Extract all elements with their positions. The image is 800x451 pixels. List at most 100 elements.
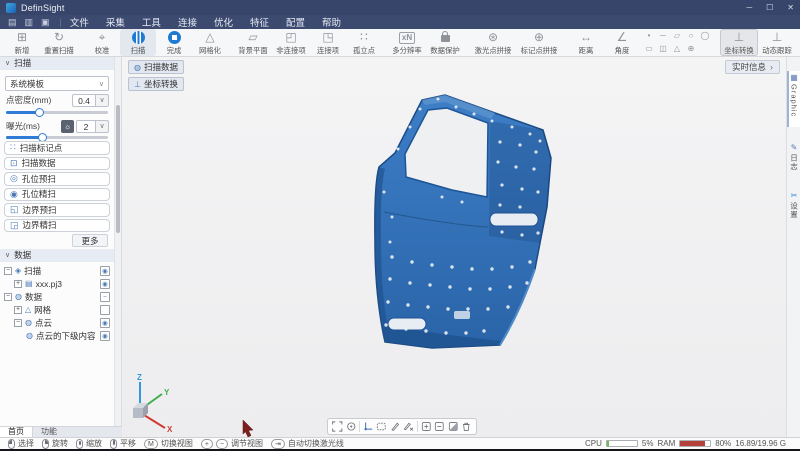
scan-section-header[interactable]: ∨ 扫描 <box>0 57 114 70</box>
toolbar-button-distance[interactable]: ↔ 距离 <box>568 29 604 56</box>
close-button[interactable]: ✕ <box>787 3 794 12</box>
toolbar-button-marker-point-align[interactable]: ⊕ 标记点拼接 <box>516 29 562 56</box>
brush-select-icon[interactable] <box>390 420 401 433</box>
boundary-finescan-button[interactable]: ◲ 边界精扫 <box>4 219 110 233</box>
tab-functions[interactable]: 功能 <box>33 427 65 437</box>
toolbar-button-coord-transform[interactable]: ⊥ 坐标转换 <box>720 29 758 56</box>
more-button[interactable]: 更多 <box>72 234 108 247</box>
auto-exposure-icon[interactable]: ☼ <box>61 120 74 133</box>
shape-plane-icon[interactable]: ▱ <box>671 30 683 42</box>
exposure-value[interactable]: 2 <box>76 120 96 133</box>
visibility-toggle[interactable]: ◉ <box>100 331 110 341</box>
toolbar-button-mesh[interactable]: △ 网格化 <box>192 29 228 56</box>
unconnected-items-icon: ◰ <box>285 30 296 44</box>
menu-config[interactable]: 配置 <box>286 15 305 29</box>
shape-ellipse-icon[interactable]: ◯ <box>699 30 711 42</box>
save-file-icon[interactable]: ▣ <box>41 17 50 28</box>
right-tab-graphic[interactable]: ▦ Graphic <box>787 71 800 127</box>
menu-optimize[interactable]: 优化 <box>214 15 233 29</box>
tree-item-pointcloud-child[interactable]: ◍ 点云的下级内容 ◉ <box>0 329 114 342</box>
toolbar-button-reset-scan[interactable]: ↻ 重置扫描 <box>40 29 78 56</box>
toolbar-button-background-plane[interactable]: ▱ 背景平面 <box>234 29 272 56</box>
realtime-info-button[interactable]: 实时信息 › <box>725 60 780 74</box>
toolbar-separator <box>417 421 418 432</box>
toolbar-button-angle[interactable]: ∠ 角度 <box>604 29 640 56</box>
hole-finescan-button[interactable]: ◉ 孔位精扫 <box>4 188 110 202</box>
menu-help[interactable]: 帮助 <box>322 15 341 29</box>
scan-data-button[interactable]: ⊡ 扫描数据 <box>4 157 110 171</box>
shape-rectangle-icon[interactable]: ▭ <box>643 43 655 55</box>
toolbar-button-data-protect[interactable]: 数据保护 <box>426 29 464 56</box>
right-tab-log[interactable]: ✎ 日志 <box>787 141 800 177</box>
tree-item-scan[interactable]: − ◈ 扫描 ◉ <box>0 264 114 277</box>
expander-icon[interactable]: − <box>14 319 22 327</box>
tree-item-mesh[interactable]: + △ 网格 <box>0 303 114 316</box>
scrollbar-thumb[interactable] <box>116 105 120 233</box>
menu-capture[interactable]: 采集 <box>106 15 125 29</box>
toolbar-button-laser-point-align[interactable]: ⊛ 激光点拼接 <box>470 29 516 56</box>
expander-icon[interactable]: − <box>4 267 12 275</box>
shape-circle-icon[interactable]: ○ <box>685 30 697 42</box>
menu-feature[interactable]: 特征 <box>250 15 269 29</box>
pick-coordinate-icon[interactable] <box>363 420 374 433</box>
keep-selected-icon[interactable] <box>421 420 432 433</box>
menu-connect[interactable]: 连接 <box>178 15 197 29</box>
data-section-header[interactable]: ∨ 数据 <box>0 249 114 262</box>
tree-item-data[interactable]: − ◍ 数据 − <box>0 290 114 303</box>
right-tab-settings[interactable]: ✂ 设置 <box>787 189 800 225</box>
expander-icon[interactable]: + <box>14 306 22 314</box>
shape-point-icon[interactable]: • <box>643 30 655 42</box>
expander-icon[interactable]: − <box>4 293 12 301</box>
toolbar-button-multi-resolution[interactable]: xN 多分辨率 <box>388 29 426 56</box>
tab-home[interactable]: 首页 <box>0 427 33 437</box>
center-view-icon[interactable] <box>346 420 357 433</box>
axis-x-label: X <box>167 425 173 432</box>
chevron-down-icon[interactable]: ∨ <box>96 94 109 107</box>
viewport-tab-scan-data[interactable]: ◍ 扫描数据 <box>128 60 184 74</box>
delete-selection-icon[interactable] <box>461 420 472 433</box>
viewport-3d[interactable]: ◍ 扫描数据 ⊥ 坐标转换 实时信息 › Z Y X <box>122 57 786 437</box>
toolbar-button-unconnected-items[interactable]: ◰ 非连接项 <box>272 29 310 56</box>
tree-item-pointcloud[interactable]: − ◍ 点云 ◉ <box>0 316 114 329</box>
visibility-toggle[interactable]: − <box>100 292 110 302</box>
toolbar-button-connected-items[interactable]: ◳ 连接项 <box>310 29 346 56</box>
open-file-icon[interactable]: ▥ <box>25 17 34 28</box>
remove-selected-icon[interactable] <box>434 420 445 433</box>
hole-prescan-button[interactable]: ◎ 孔位预扫 <box>4 172 110 186</box>
menu-file[interactable]: 文件 <box>70 15 89 29</box>
shape-cone-icon[interactable]: △ <box>671 43 683 55</box>
shape-cylinder-icon[interactable]: ◫ <box>657 43 669 55</box>
visibility-toggle[interactable]: ◉ <box>100 266 110 276</box>
template-dropdown[interactable]: 系统模板 ∨ <box>5 76 109 91</box>
visibility-toggle[interactable] <box>100 305 110 315</box>
markers-icon: ∷ <box>10 142 16 153</box>
scan-markers-button[interactable]: ∷ 扫描标记点 <box>4 141 110 155</box>
visibility-toggle[interactable]: ◉ <box>100 318 110 328</box>
brush-deselect-icon[interactable] <box>403 420 414 433</box>
file-icon: ▤ <box>25 280 33 288</box>
maximize-button[interactable]: ☐ <box>766 3 773 12</box>
toolbar-button-dynamic-tracking[interactable]: ⊥ 动态跟踪 <box>758 29 796 56</box>
point-density-slider[interactable] <box>6 108 108 117</box>
menu-tools[interactable]: 工具 <box>142 15 161 29</box>
tree-item-project-file[interactable]: + ▤ xxx.pj3 ◉ <box>0 277 114 290</box>
toolbar-button-scan[interactable]: 扫描 <box>120 29 156 56</box>
visibility-toggle[interactable]: ◉ <box>100 279 110 289</box>
toolbar-button-calibrate[interactable]: ⌖ 校准 <box>84 29 120 56</box>
invert-selection-icon[interactable] <box>448 420 459 433</box>
viewport-tab-coord-transform[interactable]: ⊥ 坐标转换 <box>128 77 184 91</box>
toolbar-button-finish[interactable]: 完成 <box>156 29 192 56</box>
expander-icon[interactable]: + <box>14 280 22 288</box>
shape-line-icon[interactable]: ─ <box>657 30 669 42</box>
toolbar-button-new[interactable]: ⊞ 新增 <box>4 29 40 56</box>
new-file-icon[interactable]: ▤ <box>8 17 17 28</box>
chevron-down-icon[interactable]: ∨ <box>96 120 109 133</box>
status-bar: 选择 旋转 缩放 平移 M 切换视图 + − 调节视图 ⇥ 自动切换激光线 CP… <box>0 437 800 449</box>
toolbar-button-isolated-points[interactable]: ∷ 孤立点 <box>346 29 382 56</box>
minimize-button[interactable]: ─ <box>746 3 752 12</box>
shape-sphere-icon[interactable]: ⊕ <box>685 43 697 55</box>
rect-select-icon[interactable] <box>376 420 387 433</box>
point-density-value[interactable]: 0.4 <box>72 94 96 107</box>
boundary-prescan-button[interactable]: ◱ 边界预扫 <box>4 203 110 217</box>
fit-view-icon[interactable] <box>332 420 343 433</box>
